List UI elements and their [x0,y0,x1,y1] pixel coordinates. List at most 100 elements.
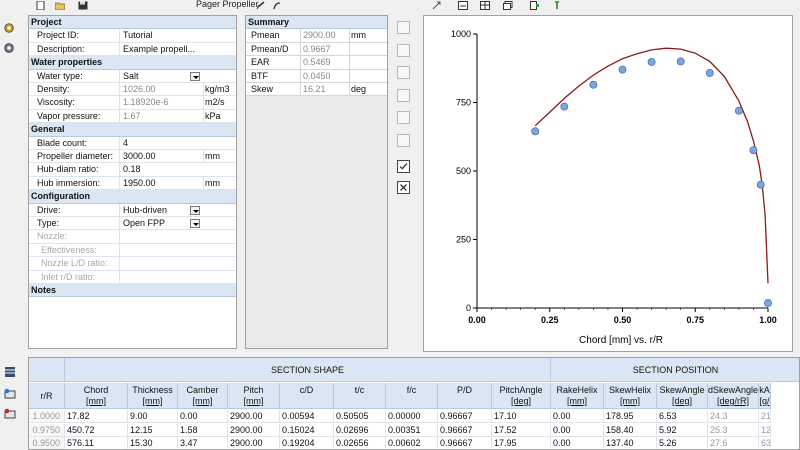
data-point[interactable] [749,146,758,155]
data-point[interactable] [560,102,569,111]
data-point[interactable] [647,57,656,66]
project-id-field[interactable]: Tutorial [121,29,202,41]
table-cell[interactable]: 178.95 [604,410,657,423]
row-description[interactable]: Description: Example propell... [29,42,236,57]
notes-textarea[interactable] [29,297,236,349]
table-cell[interactable]: 0.00594 [280,410,334,423]
table-cell[interactable]: 0.96667 [438,437,492,449]
row-propeller-diameter[interactable]: Propeller diameter: 3000.00 mm [29,150,236,164]
table-cell[interactable]: 2900.00 [228,423,280,437]
column-header[interactable]: PitchAngle [deg] [492,383,551,409]
table-cell[interactable]: 17.10 [492,410,551,423]
undo-icon[interactable] [256,1,266,10]
column-header[interactable]: Pitch [mm] [228,383,280,409]
data-point[interactable] [764,299,772,308]
hub-diam-ratio-field[interactable]: 0.18 [121,163,202,175]
row-blade-count[interactable]: Blade count: 4 [29,136,236,150]
expand-icon-3[interactable] [397,66,410,79]
data-point[interactable] [589,80,598,89]
expand-icon-2[interactable] [397,44,410,57]
export-icon[interactable] [530,1,540,10]
table-cell[interactable]: 0.00 [551,437,604,449]
row-hub-diam-ratio[interactable]: Hub-diam ratio: 0.18 [29,163,236,177]
help-icon[interactable] [552,1,562,10]
chevron-down-icon[interactable] [190,219,200,228]
table-cell[interactable]: 0.96667 [438,410,492,423]
row-drive[interactable]: Drive: Hub-driven [29,203,236,217]
propeller-diameter-field[interactable]: 3000.00 [121,150,202,162]
row-type[interactable]: Type: Open FPP [29,217,236,231]
table-cell[interactable]: 0.50505 [334,410,386,423]
table-cell[interactable]: 17.82 [65,410,128,423]
table-cell[interactable]: 2900.00 [228,410,280,423]
column-header[interactable]: f/c [386,383,438,409]
table-cell[interactable]: 0.96667 [438,423,492,437]
table-cell[interactable]: 63 [759,437,771,449]
table-cell[interactable]: 450.72 [65,423,128,437]
chevron-down-icon[interactable] [190,205,200,215]
column-header[interactable]: c/D [280,383,334,409]
checkbox-x-icon[interactable] [397,181,410,194]
table-cell[interactable]: 27.6 [708,437,759,449]
row-hub-immersion[interactable]: Hub immersion: 1950.00 mm [29,176,236,191]
table-cell[interactable]: 1.58 [178,423,228,437]
blade-count-field[interactable]: 4 [121,137,202,149]
table-cell[interactable]: 0.00 [551,423,604,437]
table-cell[interactable]: 0.00602 [386,437,438,449]
report-icon[interactable] [458,1,468,10]
column-header-rR[interactable]: r/R [29,383,65,409]
table-cell[interactable]: 0.00 [178,410,228,423]
row-project-id[interactable]: Project ID: Tutorial [29,29,236,43]
data-point[interactable] [734,106,743,115]
formula-icon-2[interactable] [397,134,410,147]
expand-icon-4[interactable] [397,89,410,102]
data-point[interactable] [676,57,685,66]
chevron-down-icon[interactable] [190,71,200,81]
column-header[interactable]: RakeHelix [mm] [551,383,604,409]
new-file-icon[interactable] [36,1,46,10]
hub-immersion-field[interactable]: 1950.00 [121,177,202,189]
table-cell[interactable]: 576.11 [65,437,128,449]
column-header[interactable]: SkewHelix [mm] [604,383,657,409]
table-cell[interactable]: 9.00 [128,410,178,423]
arrow-icon[interactable] [432,1,442,10]
settings-gear-icon[interactable] [3,22,15,34]
column-header[interactable]: P/D [438,383,492,409]
table-cell[interactable]: 12.15 [128,423,178,437]
delete-row-icon[interactable] [4,408,16,420]
column-header[interactable]: dSkewAngle [deg/rR] [708,383,759,409]
column-header[interactable]: kA [q/ [759,383,771,409]
add-row-icon[interactable] [4,388,16,400]
open-folder-icon[interactable] [55,1,65,10]
table-cell[interactable]: 17.95 [492,437,551,449]
table-cell[interactable]: 15.30 [128,437,178,449]
redo-icon[interactable] [272,1,282,10]
table-cell[interactable]: 0.00351 [386,423,438,437]
table-cell[interactable]: 0.19204 [280,437,334,449]
table-cell[interactable]: 21 [759,410,771,423]
data-point[interactable] [705,68,714,77]
formula-icon[interactable] [397,111,410,124]
column-header[interactable]: Camber [mm] [178,383,228,409]
copy-icon[interactable] [503,1,513,10]
table-cell[interactable]: 0.15024 [280,423,334,437]
table-cell[interactable]: 0.00000 [386,410,438,423]
table-cell[interactable]: 0.02696 [334,423,386,437]
settings-gear-icon-2[interactable] [3,42,15,54]
column-header[interactable]: SkewAngle [deg] [657,383,708,409]
table-cell[interactable]: 17.52 [492,423,551,437]
table-cell[interactable]: 6.53 [657,410,708,423]
expand-icon[interactable] [397,21,410,34]
table-cell[interactable]: 0.02656 [334,437,386,449]
data-point[interactable] [531,127,540,136]
table-cell[interactable]: 25.3 [708,423,759,437]
column-header[interactable]: Thickness [mm] [128,383,178,409]
table-cell[interactable]: 2900.00 [228,437,280,449]
data-point[interactable] [618,65,627,74]
table-cell[interactable]: 3.47 [178,437,228,449]
column-header[interactable]: Chord [mm] [65,383,128,409]
table-cell[interactable]: 137.40 [604,437,657,449]
description-field[interactable]: Example propell... [121,43,202,55]
table-cell[interactable]: 12 [759,423,771,437]
sections-icon[interactable] [4,366,16,378]
